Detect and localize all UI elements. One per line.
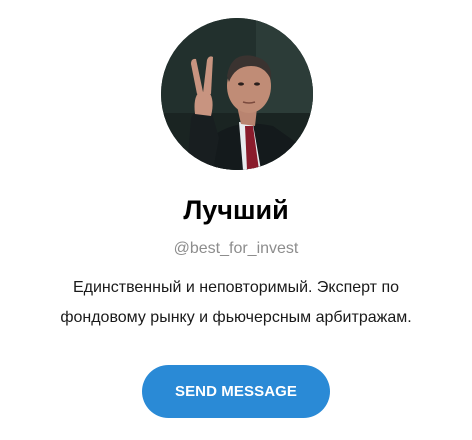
profile-bio: Единственный и неповторимый. Эксперт по … <box>0 273 472 333</box>
profile-card: Лучший @best_for_invest Единственный и н… <box>0 0 472 440</box>
send-message-button[interactable]: SEND MESSAGE <box>142 365 330 418</box>
profile-photo-icon <box>161 18 313 170</box>
profile-name: Лучший <box>183 195 289 225</box>
profile-username[interactable]: @best_for_invest <box>0 238 472 260</box>
bio-line: фондовому рынку и фьючерсным арбитражам. <box>60 309 412 326</box>
bio-line: Единственный и неповторимый. Эксперт по <box>72 279 400 296</box>
profile-avatar[interactable] <box>161 18 313 170</box>
